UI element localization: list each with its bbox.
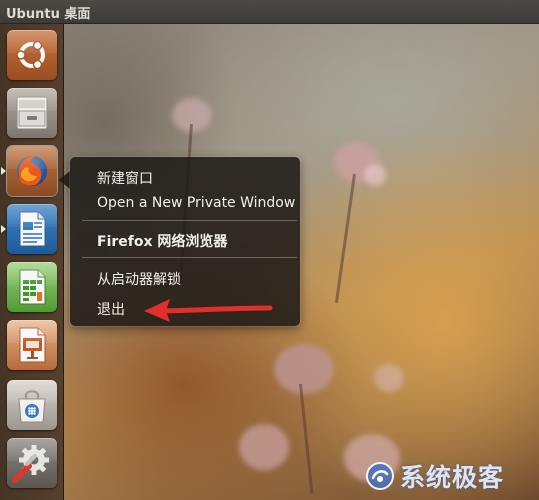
wallpaper-stem <box>334 173 356 303</box>
file-cabinet-icon <box>16 96 48 130</box>
firefox-icon <box>17 155 47 186</box>
menu-item-app-name[interactable]: Firefox 网络浏览器 <box>97 231 227 251</box>
wallpaper-stem <box>299 383 314 494</box>
watermark-text: 系统极客 <box>400 463 505 492</box>
menu-pointer <box>59 171 70 189</box>
wallpaper-flower <box>274 344 334 394</box>
watermark-logo-icon <box>366 462 394 490</box>
menu-separator <box>82 220 297 221</box>
running-indicator <box>1 225 6 233</box>
menu-item-quit[interactable]: 退出 <box>97 299 125 319</box>
wallpaper-flower <box>374 364 404 392</box>
launcher-item-firefox[interactable] <box>7 146 57 196</box>
launcher-item-impress[interactable] <box>7 320 57 370</box>
gear-wrench-icon <box>12 445 49 483</box>
impress-presentation-icon <box>19 327 46 363</box>
launcher <box>0 24 64 500</box>
shopping-bag-icon <box>18 390 46 423</box>
launcher-item-calc[interactable] <box>7 262 57 312</box>
wallpaper-flower <box>364 164 386 186</box>
running-indicator <box>1 167 6 175</box>
launcher-item-software-center[interactable] <box>7 380 57 430</box>
window-title: Ubuntu 桌面 <box>6 7 91 22</box>
menu-item-new-window[interactable]: 新建窗口 <box>97 168 153 188</box>
calc-spreadsheet-icon <box>19 269 46 305</box>
watermark: 系统极客 <box>364 458 504 494</box>
launcher-item-writer[interactable] <box>7 204 57 254</box>
launcher-item-files[interactable] <box>7 88 57 138</box>
top-panel: Ubuntu 桌面 <box>0 0 539 24</box>
menu-item-new-private-window[interactable]: Open a New Private Window <box>97 195 295 211</box>
writer-document-icon <box>19 211 46 247</box>
launcher-item-dash[interactable] <box>7 30 57 80</box>
menu-item-unlock-from-launcher[interactable]: 从启动器解锁 <box>97 269 181 289</box>
red-arrow-annotation <box>144 299 273 322</box>
launcher-item-system-settings[interactable] <box>7 438 57 488</box>
ubuntu-logo-icon <box>16 40 45 70</box>
wallpaper-flower <box>239 424 289 470</box>
menu-separator <box>82 257 297 258</box>
